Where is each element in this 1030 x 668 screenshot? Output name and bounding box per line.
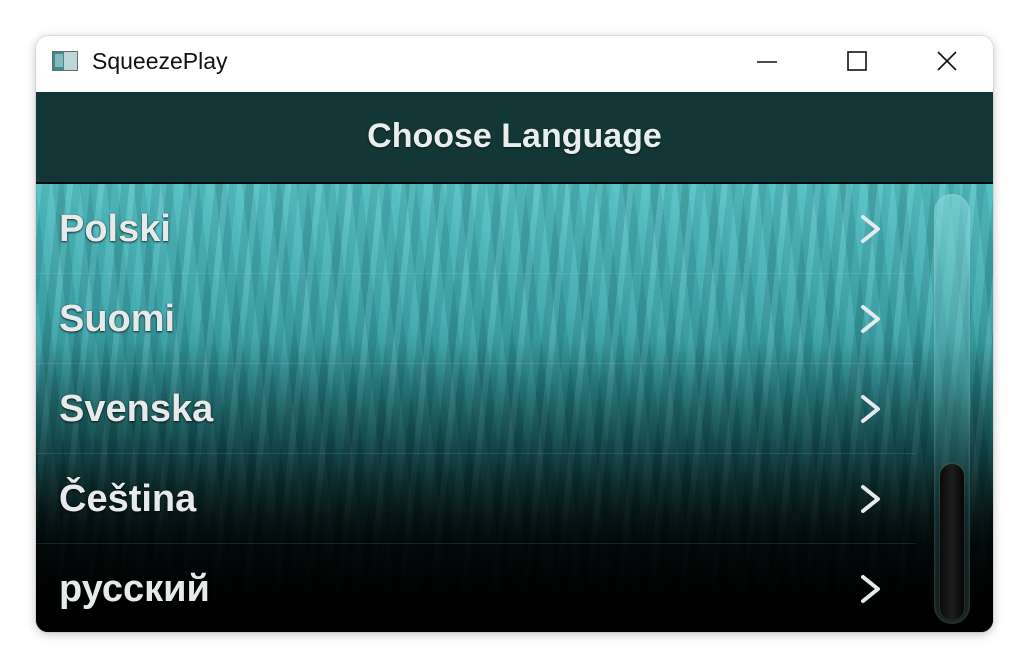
- language-item-polski[interactable]: Polski: [36, 184, 916, 274]
- language-list: Polski Suomi Svenska Čeština русский: [36, 184, 916, 632]
- chevron-right-icon: [861, 485, 880, 513]
- language-item-russian[interactable]: русский: [36, 544, 916, 632]
- maximize-button[interactable]: [812, 36, 902, 86]
- scrollbar-track[interactable]: [934, 194, 970, 624]
- chevron-right-icon: [861, 215, 880, 243]
- language-list-area: Polski Suomi Svenska Čeština русский: [36, 184, 993, 632]
- screen-header: Choose Language: [36, 92, 993, 184]
- language-item-cestina[interactable]: Čeština: [36, 454, 916, 544]
- language-item-svenska[interactable]: Svenska: [36, 364, 916, 454]
- close-icon: [937, 51, 957, 71]
- language-item-suomi[interactable]: Suomi: [36, 274, 916, 364]
- window-title: SqueezePlay: [92, 48, 228, 74]
- minimize-icon: [757, 61, 777, 63]
- page-title: Choose Language: [367, 117, 662, 155]
- language-label: Polski: [59, 208, 171, 250]
- language-label: русский: [59, 568, 210, 610]
- app-icon: [52, 51, 78, 71]
- language-label: Suomi: [59, 298, 176, 340]
- chevron-right-icon: [861, 305, 880, 333]
- close-button[interactable]: [902, 36, 992, 86]
- chevron-right-icon: [861, 575, 880, 603]
- language-label: Svenska: [59, 388, 214, 430]
- app-window: SqueezePlay Choose Language Polski Suomi…: [36, 36, 993, 632]
- maximize-icon: [847, 51, 867, 71]
- chevron-right-icon: [861, 395, 880, 423]
- language-label: Čeština: [59, 478, 197, 520]
- minimize-button[interactable]: [722, 36, 812, 86]
- scrollbar-thumb[interactable]: [940, 464, 964, 620]
- title-bar[interactable]: SqueezePlay: [36, 36, 993, 92]
